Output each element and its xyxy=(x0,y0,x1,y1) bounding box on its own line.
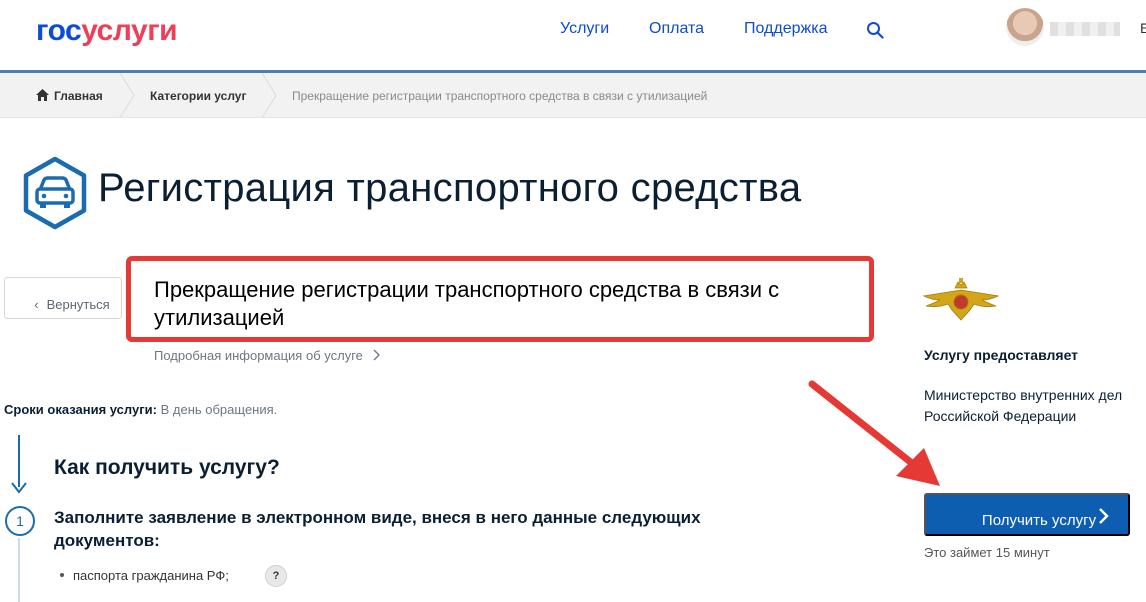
step-number-badge: 1 xyxy=(5,506,35,536)
how-to-get-heading: Как получить услугу? xyxy=(54,456,280,479)
get-service-label: Получить услугу xyxy=(981,512,1097,529)
step-timeline xyxy=(18,538,20,602)
nav-support[interactable]: Поддержка xyxy=(744,20,827,38)
nav-services[interactable]: Услуги xyxy=(560,20,609,38)
user-name-initial[interactable]: Е xyxy=(1140,20,1146,36)
service-terms-value: В день обращения. xyxy=(160,402,278,417)
mvd-emblem-icon xyxy=(922,278,1000,321)
service-terms: Сроки оказания услуги: В день обращения. xyxy=(4,402,277,417)
help-icon[interactable]: ? xyxy=(265,565,287,587)
service-name: Прекращение регистрации транспортного ср… xyxy=(154,277,780,330)
get-service-button[interactable]: Получить услугу xyxy=(924,493,1130,536)
back-button-label: Вернуться xyxy=(46,297,110,312)
home-icon xyxy=(36,89,49,101)
logo-part-gos: гос xyxy=(36,14,82,47)
bullet-icon xyxy=(60,573,64,577)
document-label: паспорта гражданина РФ; xyxy=(73,568,229,583)
service-details-link[interactable]: Подробная информация об услуге xyxy=(154,348,381,363)
car-category-icon xyxy=(23,156,87,230)
time-estimate: Это займет 15 минут xyxy=(924,545,1050,560)
site-header: госуслуги Услуги Оплата Поддержка Е xyxy=(0,0,1146,70)
user-name-redacted[interactable] xyxy=(1050,22,1120,36)
provider-label: Услугу предоставляет xyxy=(924,347,1079,363)
breadcrumb-categories[interactable]: Категории услуг xyxy=(150,89,246,103)
chevron-right-icon xyxy=(373,349,380,361)
breadcrumb-separator xyxy=(261,73,277,118)
list-item: паспорта гражданина РФ; xyxy=(60,568,229,583)
service-terms-label: Сроки оказания услуги: xyxy=(4,402,157,417)
breadcrumb-home-label: Главная xyxy=(54,89,103,103)
chevron-right-icon xyxy=(1099,508,1109,524)
provider-name: Министерство внутренних дел Российской Ф… xyxy=(924,387,1123,424)
breadcrumb-separator xyxy=(119,73,135,118)
breadcrumb-current: Прекращение регистрации транспортного ср… xyxy=(292,89,708,103)
breadcrumb-home[interactable]: Главная xyxy=(36,89,103,103)
step-timeline xyxy=(18,435,20,487)
chevron-left-icon: ‹ xyxy=(34,297,39,312)
service-details-label: Подробная информация об услуге xyxy=(154,348,363,363)
logo-part-uslugi: услуги xyxy=(81,14,178,47)
arrow-down-icon xyxy=(11,482,27,494)
back-button[interactable]: ‹ Вернуться xyxy=(4,277,122,319)
user-avatar[interactable] xyxy=(1006,8,1044,46)
page-title: Регистрация транспортного средства xyxy=(98,166,802,210)
nav-payment[interactable]: Оплата xyxy=(649,20,704,38)
gosuslugi-logo[interactable]: госуслуги xyxy=(36,14,178,48)
step-description: Заполните заявление в электронном виде, … xyxy=(54,508,701,550)
search-icon[interactable] xyxy=(866,21,884,39)
breadcrumb: Главная Категории услуг Прекращение реги… xyxy=(0,73,1146,118)
annotation-arrow-icon xyxy=(808,380,940,486)
